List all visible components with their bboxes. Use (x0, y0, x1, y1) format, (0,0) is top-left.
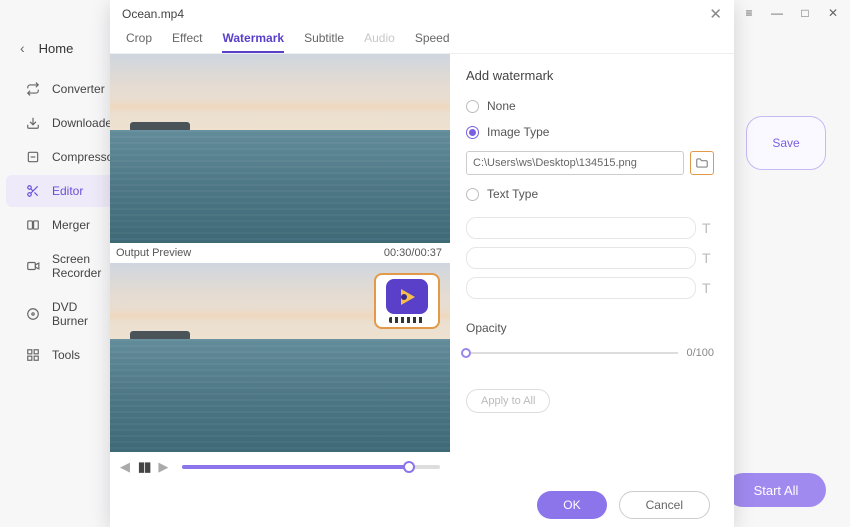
opacity-row: 0/100 (466, 347, 714, 359)
modal-body: Output Preview 00:30/00:37 ◀ ▮▮ ▶ (110, 54, 734, 482)
sidebar: ‹ Home Converter Downloader Compressor E… (0, 26, 120, 527)
radio-none[interactable]: None (466, 99, 714, 113)
tab-speed[interactable]: Speed (415, 31, 450, 53)
tab-crop[interactable]: Crop (126, 31, 152, 53)
camera-icon (26, 259, 40, 273)
opacity-slider[interactable] (466, 352, 678, 354)
converter-icon (26, 82, 40, 96)
source-preview (110, 54, 450, 243)
chevron-left-icon: ‹ (20, 40, 25, 56)
output-bar: Output Preview 00:30/00:37 (110, 243, 450, 263)
player-controls: ◀ ▮▮ ▶ (110, 452, 450, 482)
radio-icon (466, 188, 479, 201)
image-path-input[interactable] (466, 151, 684, 175)
grid-icon (26, 348, 40, 362)
sidebar-item-label: Downloader (52, 116, 116, 130)
sidebar-item-merger[interactable]: Merger (6, 209, 114, 241)
save-button[interactable]: Save (746, 116, 826, 170)
sidebar-item-label: Tools (52, 348, 80, 362)
sidebar-item-editor[interactable]: Editor (6, 175, 114, 207)
watermark-strip-icon (389, 317, 425, 323)
seek-fill (182, 465, 409, 469)
radio-image-type[interactable]: Image Type (466, 125, 714, 139)
merge-icon (26, 218, 40, 232)
sidebar-item-label: Converter (52, 82, 105, 96)
next-icon[interactable]: ▶ (158, 459, 168, 475)
sidebar-item-label: DVD Burner (52, 300, 102, 328)
sidebar-item-downloader[interactable]: Downloader (6, 107, 114, 139)
sidebar-item-tools[interactable]: Tools (6, 339, 114, 371)
output-preview-label: Output Preview (116, 247, 191, 259)
compress-icon (26, 150, 40, 164)
seek-thumb[interactable] (403, 461, 415, 473)
back-home[interactable]: ‹ Home (0, 34, 120, 72)
download-icon (26, 116, 40, 130)
close-icon[interactable]: ✕ (709, 5, 722, 23)
app-close-icon[interactable]: ✕ (824, 4, 842, 22)
editor-modal: Ocean.mp4 ✕ Crop Effect Watermark Subtit… (110, 0, 734, 527)
radio-icon (466, 100, 479, 113)
slider-thumb[interactable] (461, 348, 471, 358)
seek-track[interactable] (182, 465, 440, 469)
ok-button[interactable]: OK (537, 491, 606, 519)
folder-icon (695, 156, 709, 170)
sidebar-item-label: Screen Recorder (52, 252, 102, 280)
watermark-controls: Add watermark None Image Type Text Type (450, 54, 734, 482)
scissors-icon (26, 184, 40, 198)
start-all-button[interactable]: Start All (726, 473, 826, 507)
apply-to-all-button[interactable]: Apply to All (466, 389, 550, 413)
opacity-value: 0/100 (686, 347, 714, 359)
sidebar-item-label: Compressor (52, 150, 117, 164)
sidebar-item-converter[interactable]: Converter (6, 73, 114, 105)
maximize-icon[interactable]: □ (796, 4, 814, 22)
tab-effect[interactable]: Effect (172, 31, 202, 53)
tab-subtitle[interactable]: Subtitle (304, 31, 344, 53)
text-type-inputs: T T T (466, 217, 714, 299)
opacity-label: Opacity (466, 321, 714, 335)
modal-header: Ocean.mp4 ✕ (110, 0, 734, 27)
text-input-1[interactable] (466, 217, 696, 239)
modal-title: Ocean.mp4 (122, 7, 184, 21)
text-style-icon[interactable]: T (702, 250, 714, 266)
tab-audio[interactable]: Audio (364, 31, 395, 53)
text-style-icon[interactable]: T (702, 280, 714, 296)
editor-tabs: Crop Effect Watermark Subtitle Audio Spe… (110, 27, 734, 54)
radio-label: Text Type (487, 187, 538, 201)
section-title: Add watermark (466, 68, 714, 83)
text-input-2[interactable] (466, 247, 696, 269)
sidebar-item-label: Editor (52, 184, 83, 198)
home-label: Home (39, 41, 74, 56)
watermark-logo-icon (386, 279, 428, 314)
output-preview (110, 263, 450, 452)
image-path-row (466, 151, 714, 175)
disc-icon (26, 307, 40, 321)
preview-column: Output Preview 00:30/00:37 ◀ ▮▮ ▶ (110, 54, 450, 482)
watermark-overlay[interactable] (374, 273, 440, 329)
radio-text-type[interactable]: Text Type (466, 187, 714, 201)
text-input-3[interactable] (466, 277, 696, 299)
radio-label: None (487, 99, 516, 113)
time-display: 00:30/00:37 (384, 247, 442, 259)
sidebar-item-screen-recorder[interactable]: Screen Recorder (6, 243, 114, 289)
browse-button[interactable] (690, 151, 714, 175)
hamburger-icon[interactable]: ≡ (740, 4, 758, 22)
pause-icon[interactable]: ▮▮ (138, 459, 150, 475)
text-style-icon[interactable]: T (702, 220, 714, 236)
radio-icon (466, 126, 479, 139)
tab-watermark[interactable]: Watermark (222, 31, 284, 53)
sidebar-item-label: Merger (52, 218, 90, 232)
modal-footer: OK Cancel (110, 482, 734, 527)
cancel-button[interactable]: Cancel (619, 491, 710, 519)
sidebar-item-dvd-burner[interactable]: DVD Burner (6, 291, 114, 337)
sidebar-item-compressor[interactable]: Compressor (6, 141, 114, 173)
minimize-icon[interactable]: — (768, 4, 786, 22)
prev-icon[interactable]: ◀ (120, 459, 130, 475)
radio-label: Image Type (487, 125, 549, 139)
